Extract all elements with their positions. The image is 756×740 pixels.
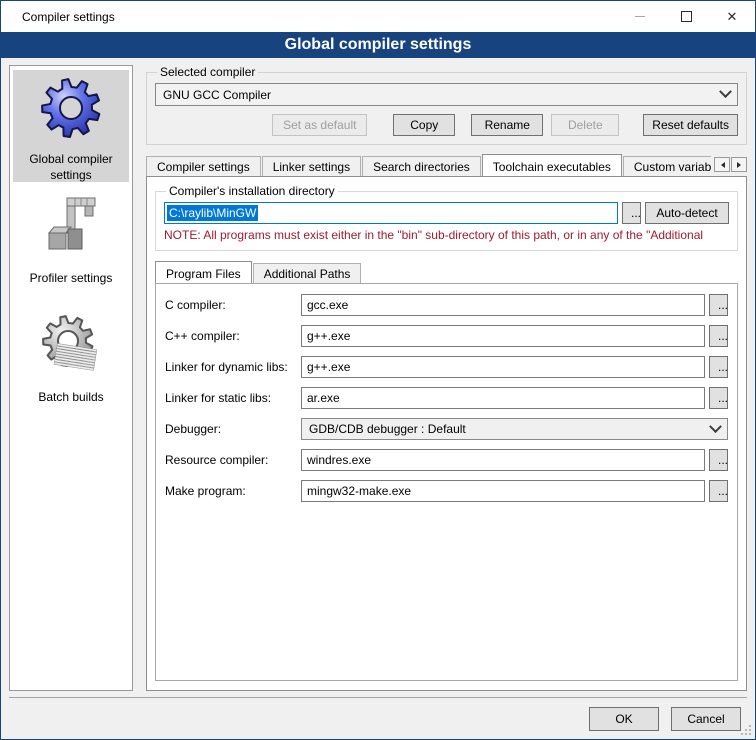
compiler-settings-dialog: Compiler settings ✕ Global compiler sett… bbox=[0, 0, 756, 740]
install-dir-browse-button[interactable]: ... bbox=[622, 202, 641, 224]
field-label: Resource compiler: bbox=[165, 453, 301, 467]
debugger-dropdown[interactable]: GDB/CDB debugger : Default bbox=[301, 418, 728, 440]
field-row-c-compiler: C compiler:... bbox=[165, 294, 728, 316]
sub-tabs: Program FilesAdditional Paths bbox=[155, 260, 738, 283]
dialog-body: Global compiler settings Profiler setting… bbox=[1, 58, 755, 691]
tab-linker-settings[interactable]: Linker settings bbox=[262, 156, 361, 176]
close-button[interactable]: ✕ bbox=[709, 1, 755, 32]
sidebar[interactable]: Global compiler settings Profiler setting… bbox=[9, 65, 133, 691]
maximize-button[interactable] bbox=[663, 1, 709, 32]
delete-button[interactable]: Delete bbox=[551, 114, 619, 136]
sub-tabbar: Program FilesAdditional Paths bbox=[155, 260, 738, 283]
sidebar-item-label: Profiler settings bbox=[30, 271, 113, 287]
make-program-input[interactable] bbox=[301, 480, 705, 502]
reset-defaults-button[interactable]: Reset defaults bbox=[643, 114, 738, 136]
arrow-right-icon bbox=[737, 162, 744, 168]
make-program-browse-button[interactable]: ... bbox=[709, 480, 728, 502]
c-compiler-browse-button[interactable]: ... bbox=[709, 325, 728, 347]
auto-detect-button[interactable]: Auto-detect bbox=[645, 202, 729, 224]
ok-button[interactable]: OK bbox=[589, 707, 659, 731]
field-row-linker-for-dynamic-libs: Linker for dynamic libs:... bbox=[165, 356, 728, 378]
sidebar-item-profiler-settings[interactable]: Profiler settings bbox=[13, 189, 129, 301]
minimize-icon bbox=[635, 16, 645, 17]
field-label: Make program: bbox=[165, 484, 301, 498]
field-label: C compiler: bbox=[165, 298, 301, 312]
close-icon: ✕ bbox=[727, 10, 738, 23]
field-label: Linker for dynamic libs: bbox=[165, 360, 301, 374]
resource-compiler-input[interactable] bbox=[301, 449, 705, 471]
main-tabbar: Compiler settingsLinker settingsSearch d… bbox=[146, 153, 747, 176]
field-row-linker-for-static-libs: Linker for static libs:... bbox=[165, 387, 728, 409]
footer: OK Cancel bbox=[9, 697, 747, 739]
batch-builds-gear-icon bbox=[39, 314, 103, 378]
cancel-button[interactable]: Cancel bbox=[671, 707, 741, 731]
field-row-debugger: Debugger: GDB/CDB debugger : Default bbox=[165, 418, 728, 440]
minimize-button[interactable] bbox=[617, 1, 663, 32]
linker-for-static-libs-input[interactable] bbox=[301, 387, 705, 409]
maximize-icon bbox=[681, 11, 692, 22]
c-compiler-browse-button[interactable]: ... bbox=[709, 294, 728, 316]
copy-button[interactable]: Copy bbox=[393, 114, 455, 136]
resize-grip-icon[interactable] bbox=[749, 733, 751, 735]
field-row-c-compiler: C++ compiler:... bbox=[165, 325, 728, 347]
compiler-buttons-row: Set as default Copy Rename Delete Reset defa… bbox=[155, 114, 738, 136]
field-row-make-program: Make program:... bbox=[165, 480, 728, 502]
rename-button[interactable]: Rename bbox=[471, 114, 543, 136]
sidebar-item-label: Batch builds bbox=[38, 390, 103, 406]
install-dir-input[interactable]: C:\raylib\MinGW bbox=[164, 202, 618, 224]
subtab-program-files[interactable]: Program Files bbox=[155, 261, 252, 283]
subtab-additional-paths[interactable]: Additional Paths bbox=[253, 263, 362, 283]
global-compiler-gear-icon bbox=[39, 76, 103, 140]
toolchain-executables-panel: Compiler's installation directory C:\ray… bbox=[146, 176, 747, 691]
titlebar[interactable]: Compiler settings ✕ bbox=[1, 1, 755, 32]
chevron-down-icon bbox=[719, 85, 732, 98]
tab-scroll-left-button[interactable] bbox=[714, 157, 730, 172]
sidebar-item-batch-builds[interactable]: Batch builds bbox=[13, 308, 129, 420]
field-label: Linker for static libs: bbox=[165, 391, 301, 405]
field-label: Debugger: bbox=[165, 422, 301, 436]
field-label: C++ compiler: bbox=[165, 329, 301, 343]
tab-search-directories[interactable]: Search directories bbox=[362, 156, 481, 176]
c-compiler-input[interactable] bbox=[301, 294, 705, 316]
linker-for-dynamic-libs-browse-button[interactable]: ... bbox=[709, 356, 728, 378]
resource-compiler-browse-button[interactable]: ... bbox=[709, 449, 728, 471]
program-files-panel: C compiler:...C++ compiler:...Linker for… bbox=[155, 283, 738, 681]
chevron-down-icon bbox=[709, 420, 722, 433]
field-row-resource-compiler: Resource compiler:... bbox=[165, 449, 728, 471]
main-panel: Selected compiler GNU GCC Compiler Set a… bbox=[146, 65, 747, 691]
linker-for-dynamic-libs-input[interactable] bbox=[301, 356, 705, 378]
selected-compiler-group: Selected compiler GNU GCC Compiler Set a… bbox=[146, 65, 747, 145]
install-dir-selected-text: C:\raylib\MinGW bbox=[167, 205, 258, 221]
linker-for-static-libs-browse-button[interactable]: ... bbox=[709, 387, 728, 409]
dropdown-value: GDB/CDB debugger : Default bbox=[309, 422, 466, 436]
c-compiler-input[interactable] bbox=[301, 325, 705, 347]
install-dir-group-label: Compiler's installation directory bbox=[166, 184, 338, 198]
toolchain-fields: C compiler:...C++ compiler:...Linker for… bbox=[165, 294, 728, 502]
window-title: Compiler settings bbox=[1, 10, 115, 24]
tab-custom-variables[interactable]: Custom variables bbox=[623, 156, 711, 176]
profiler-caliper-icon bbox=[39, 195, 103, 259]
tab-scroll-right-button[interactable] bbox=[731, 157, 747, 172]
window-controls: ✕ bbox=[617, 1, 755, 32]
selected-compiler-group-label: Selected compiler bbox=[157, 65, 258, 79]
install-dir-group: Compiler's installation directory C:\ray… bbox=[155, 184, 738, 251]
tab-toolchain-executables[interactable]: Toolchain executables bbox=[482, 154, 622, 176]
set-as-default-button[interactable]: Set as default bbox=[272, 114, 367, 136]
tab-compiler-settings[interactable]: Compiler settings bbox=[146, 156, 261, 176]
page-title: Global compiler settings bbox=[1, 32, 755, 58]
arrow-left-icon bbox=[718, 162, 725, 168]
install-dir-note: NOTE: All programs must exist either in … bbox=[164, 228, 729, 242]
sidebar-item-global-compiler-settings[interactable]: Global compiler settings bbox=[13, 70, 129, 182]
main-tabs: Compiler settingsLinker settingsSearch d… bbox=[146, 153, 711, 176]
compiler-dropdown-value: GNU GCC Compiler bbox=[163, 88, 721, 102]
install-dir-row: C:\raylib\MinGW ... Auto-detect bbox=[164, 202, 729, 224]
tab-scroll-arrows bbox=[711, 157, 747, 172]
sidebar-item-label: Global compiler settings bbox=[13, 152, 129, 183]
compiler-dropdown[interactable]: GNU GCC Compiler bbox=[155, 83, 738, 106]
